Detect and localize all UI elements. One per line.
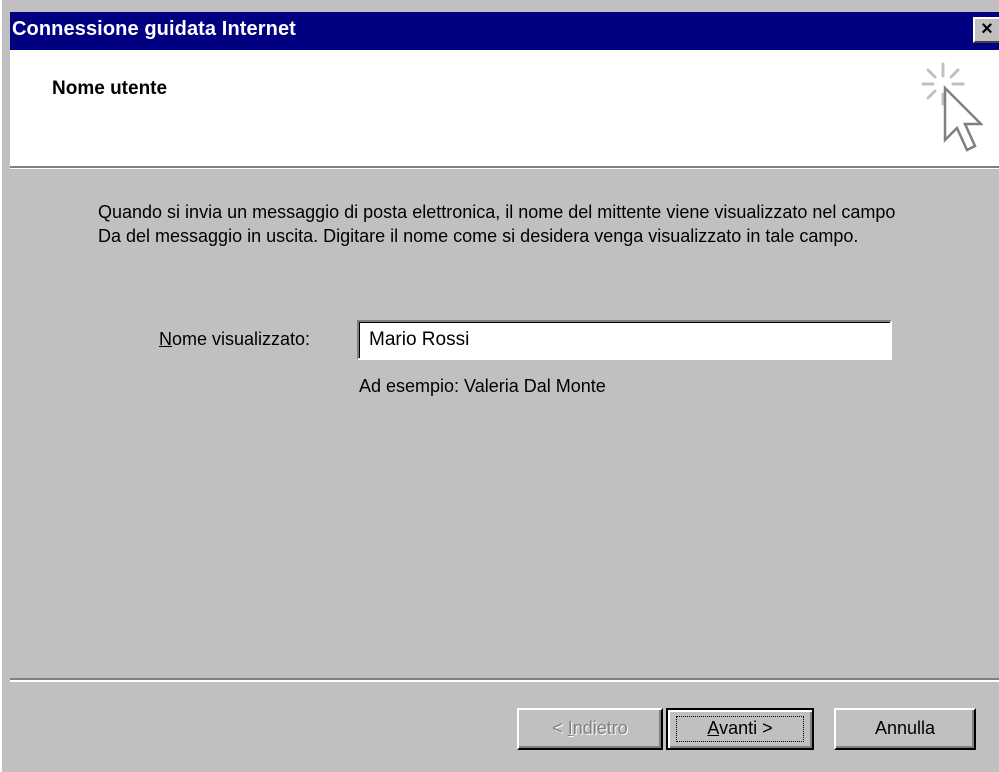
display-name-label: Nome visualizzato: [159,329,310,350]
wizard-header: Nome utente [10,50,999,168]
close-button[interactable]: × [973,17,999,43]
wizard-window: Connessione guidata Internet × Nome uten… [0,0,999,772]
back-button[interactable]: < Indietro [517,708,663,750]
close-icon: × [981,18,993,40]
wizard-cursor-icon [921,62,983,152]
display-name-label-accel: N [159,329,172,349]
next-button[interactable]: Avanti > [666,708,814,750]
cancel-button[interactable]: Annulla [834,708,976,750]
example-text: Ad esempio: Valeria Dal Monte [359,376,606,396]
page-title: Nome utente [52,78,168,99]
header-divider [10,168,999,169]
display-name-input[interactable] [357,320,892,360]
title-bar[interactable]: Connessione guidata Internet × [10,12,999,50]
display-name-label-rest: ome visualizzato: [172,329,311,349]
back-button-prefix: < [552,718,568,738]
back-button-rest: ndietro [572,718,628,738]
description-text: Quando si invia un messaggio di posta el… [98,202,896,246]
focus-rectangle [676,716,804,742]
footer-divider-highlight [10,680,999,682]
window-title: Connessione guidata Internet [12,18,296,40]
